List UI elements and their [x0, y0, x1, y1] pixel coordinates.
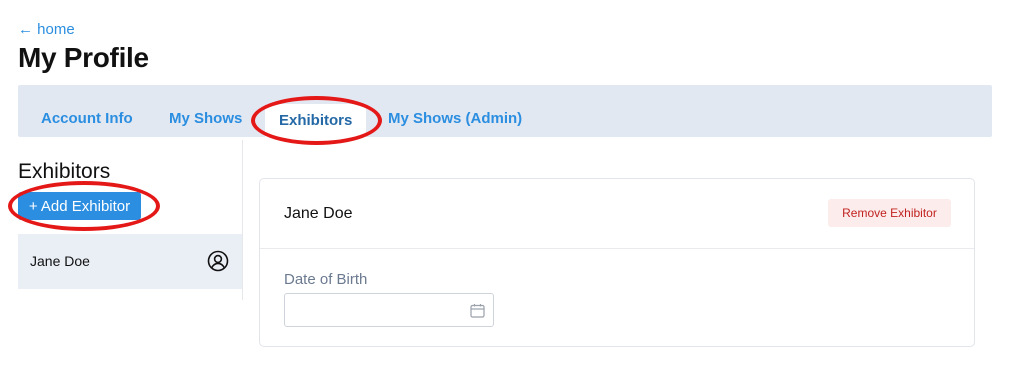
exhibitor-detail-card: Jane Doe Remove Exhibitor Date of Birth: [259, 178, 975, 347]
card-header: Jane Doe Remove Exhibitor: [260, 179, 974, 249]
exhibitor-detail-name: Jane Doe: [284, 205, 353, 222]
user-circle-icon: [207, 250, 229, 277]
page-title: My Profile: [18, 42, 149, 73]
remove-exhibitor-button[interactable]: Remove Exhibitor: [828, 199, 951, 227]
tab-exhibitors[interactable]: Exhibitors: [265, 104, 367, 137]
tab-account-info[interactable]: Account Info: [41, 85, 133, 137]
exhibitor-name: Jane Doe: [30, 253, 90, 269]
date-of-birth-label: Date of Birth: [284, 271, 368, 288]
sidebar-title: Exhibitors: [18, 160, 111, 183]
add-exhibitor-button[interactable]: + Add Exhibitor: [18, 192, 141, 220]
tab-bar: Account Info My Shows Exhibitors My Show…: [18, 85, 992, 137]
calendar-icon[interactable]: [470, 303, 485, 323]
tab-my-shows-admin[interactable]: My Shows (Admin): [388, 85, 522, 137]
date-of-birth-input[interactable]: [284, 293, 494, 327]
home-link[interactable]: ← home: [18, 21, 75, 38]
sidebar-item-jane-doe[interactable]: Jane Doe: [18, 234, 242, 289]
sidebar-divider: [242, 140, 243, 300]
tab-my-shows[interactable]: My Shows: [169, 85, 242, 137]
